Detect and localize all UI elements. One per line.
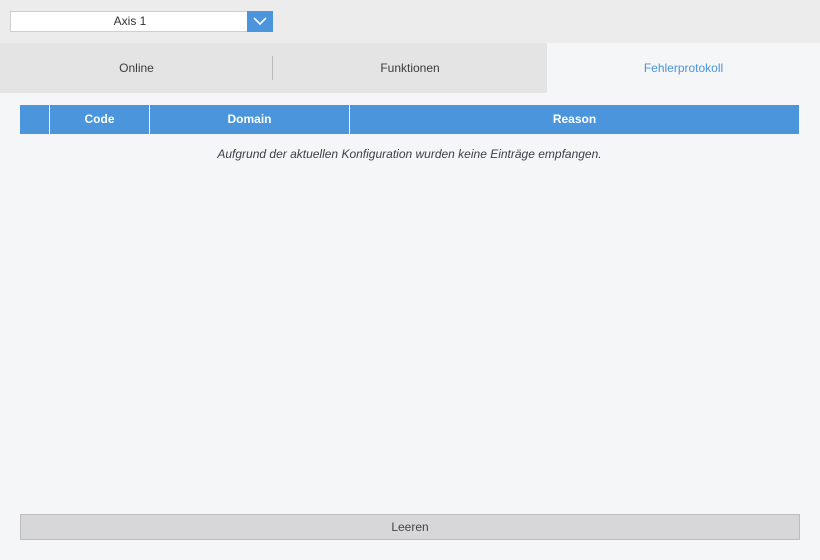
column-header-code[interactable]: Code (50, 105, 150, 134)
column-header-select[interactable] (20, 105, 50, 134)
clear-button[interactable]: Leeren (20, 514, 800, 540)
axis-select[interactable]: Axis 1 (10, 11, 273, 32)
error-table-header: Code Domain Reason (20, 105, 799, 134)
empty-table-message: Aufgrund der aktuellen Konfiguration wur… (217, 147, 602, 161)
chevron-down-icon (253, 17, 267, 26)
axis-dropdown-button[interactable] (247, 11, 273, 32)
axis-select-value: Axis 1 (113, 14, 147, 28)
tab-fehlerprotokoll[interactable]: Fehlerprotokoll (547, 43, 820, 93)
column-header-domain[interactable]: Domain (150, 105, 350, 134)
tab-online[interactable]: Online (0, 43, 273, 93)
top-bar: Axis 1 (0, 0, 820, 43)
column-header-reason[interactable]: Reason (350, 105, 799, 134)
tab-bar: Online Funktionen Fehlerprotokoll (0, 43, 820, 93)
tab-funktionen[interactable]: Funktionen (273, 43, 547, 93)
